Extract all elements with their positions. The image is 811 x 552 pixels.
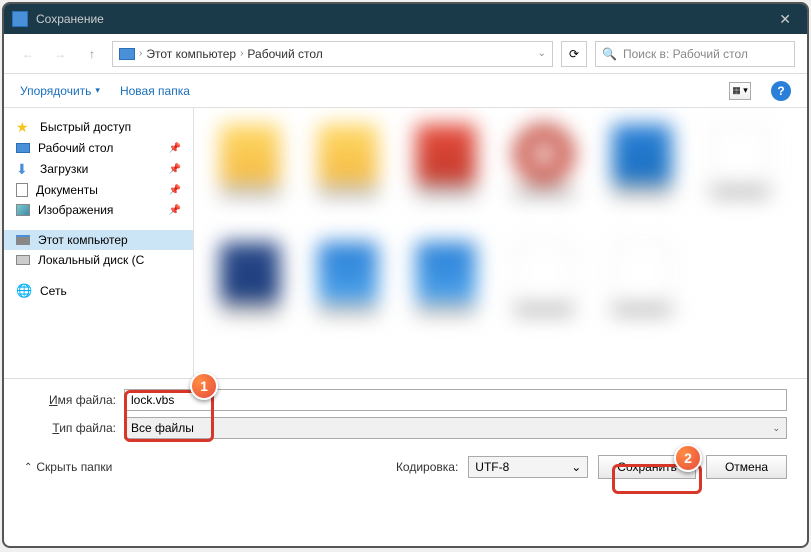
pin-icon: 📌 [169, 164, 181, 175]
navbar: ← → ↑ › Этот компьютер › Рабочий стол ⌄ … [4, 34, 807, 74]
hide-folders-button[interactable]: ⌃ Скрыть папки [24, 460, 112, 474]
sidebar-desktop[interactable]: Рабочий стол 📌 [4, 138, 193, 158]
titlebar: Сохранение ✕ [4, 4, 807, 34]
chevron-up-icon: ⌃ [24, 462, 32, 473]
filetype-combo[interactable]: Все файлы ⌄ [124, 417, 787, 439]
refresh-button[interactable]: ⟳ [561, 41, 587, 67]
sidebar-pictures[interactable]: Изображения 📌 [4, 200, 193, 220]
sidebar-network[interactable]: 🌐 Сеть [4, 280, 193, 302]
back-button[interactable]: ← [16, 42, 40, 66]
organize-button[interactable]: Упорядочить ▾ [20, 84, 100, 98]
sidebar-quick-access[interactable]: ★ Быстрый доступ [4, 116, 193, 138]
pin-icon: 📌 [169, 185, 181, 196]
sidebar-downloads[interactable]: ⬇ Загрузки 📌 [4, 158, 193, 180]
filename-label: ИИмя файламя файла: [24, 393, 124, 407]
encoding-combo[interactable]: UTF-8 ⌄ [468, 456, 588, 478]
pictures-icon [16, 204, 30, 216]
notepad-icon [12, 11, 28, 27]
sidebar-documents[interactable]: Документы 📌 [4, 180, 193, 200]
filetype-label: Тип файла: [24, 421, 124, 435]
search-placeholder: Поиск в: Рабочий стол [623, 47, 748, 61]
chevron-right-icon: › [139, 48, 142, 59]
crumb-this-pc[interactable]: Этот компьютер [146, 47, 236, 61]
desktop-icon [16, 143, 30, 153]
forward-button[interactable]: → [48, 42, 72, 66]
chevron-down-icon: ⌄ [571, 460, 581, 474]
bottom-panel: ИИмя файламя файла: Тип файла: Все файлы… [4, 378, 807, 491]
star-icon: ★ [16, 119, 32, 135]
encoding-label: Кодировка: [396, 460, 458, 474]
cancel-button[interactable]: Отмена [706, 455, 787, 479]
network-icon: 🌐 [16, 283, 32, 299]
close-icon[interactable]: ✕ [771, 11, 799, 28]
sidebar: ★ Быстрый доступ Рабочий стол 📌 ⬇ Загруз… [4, 108, 194, 378]
window-title: Сохранение [36, 12, 771, 26]
search-input[interactable]: 🔍 Поиск в: Рабочий стол [595, 41, 795, 67]
chevron-right-icon: › [240, 48, 243, 59]
chevron-down-icon: ⌄ [772, 423, 780, 434]
help-icon[interactable]: ? [771, 81, 791, 101]
toolbar: Упорядочить ▾ Новая папка ▦ ▾ ? [4, 74, 807, 108]
breadcrumb[interactable]: › Этот компьютер › Рабочий стол ⌄ [112, 41, 553, 67]
download-icon: ⬇ [16, 161, 32, 177]
up-button[interactable]: ↑ [80, 42, 104, 66]
document-icon [16, 183, 28, 197]
crumb-desktop[interactable]: Рабочий стол [247, 47, 322, 61]
chevron-down-icon[interactable]: ⌄ [538, 48, 546, 59]
view-button[interactable]: ▦ ▾ [729, 82, 751, 100]
disk-icon [16, 255, 30, 265]
save-button[interactable]: Сохранить [598, 455, 696, 479]
chevron-down-icon: ▾ [95, 85, 100, 96]
pc-icon [119, 48, 135, 60]
new-folder-button[interactable]: Новая папка [120, 84, 190, 98]
pin-icon: 📌 [169, 143, 181, 154]
search-icon: 🔍 [602, 47, 617, 61]
file-list[interactable] [194, 108, 807, 378]
filename-input[interactable] [124, 389, 787, 411]
sidebar-this-pc[interactable]: Этот компьютер [4, 230, 193, 250]
pin-icon: 📌 [169, 205, 181, 216]
sidebar-local-disk[interactable]: Локальный диск (С [4, 250, 193, 270]
pc-icon [16, 235, 30, 245]
